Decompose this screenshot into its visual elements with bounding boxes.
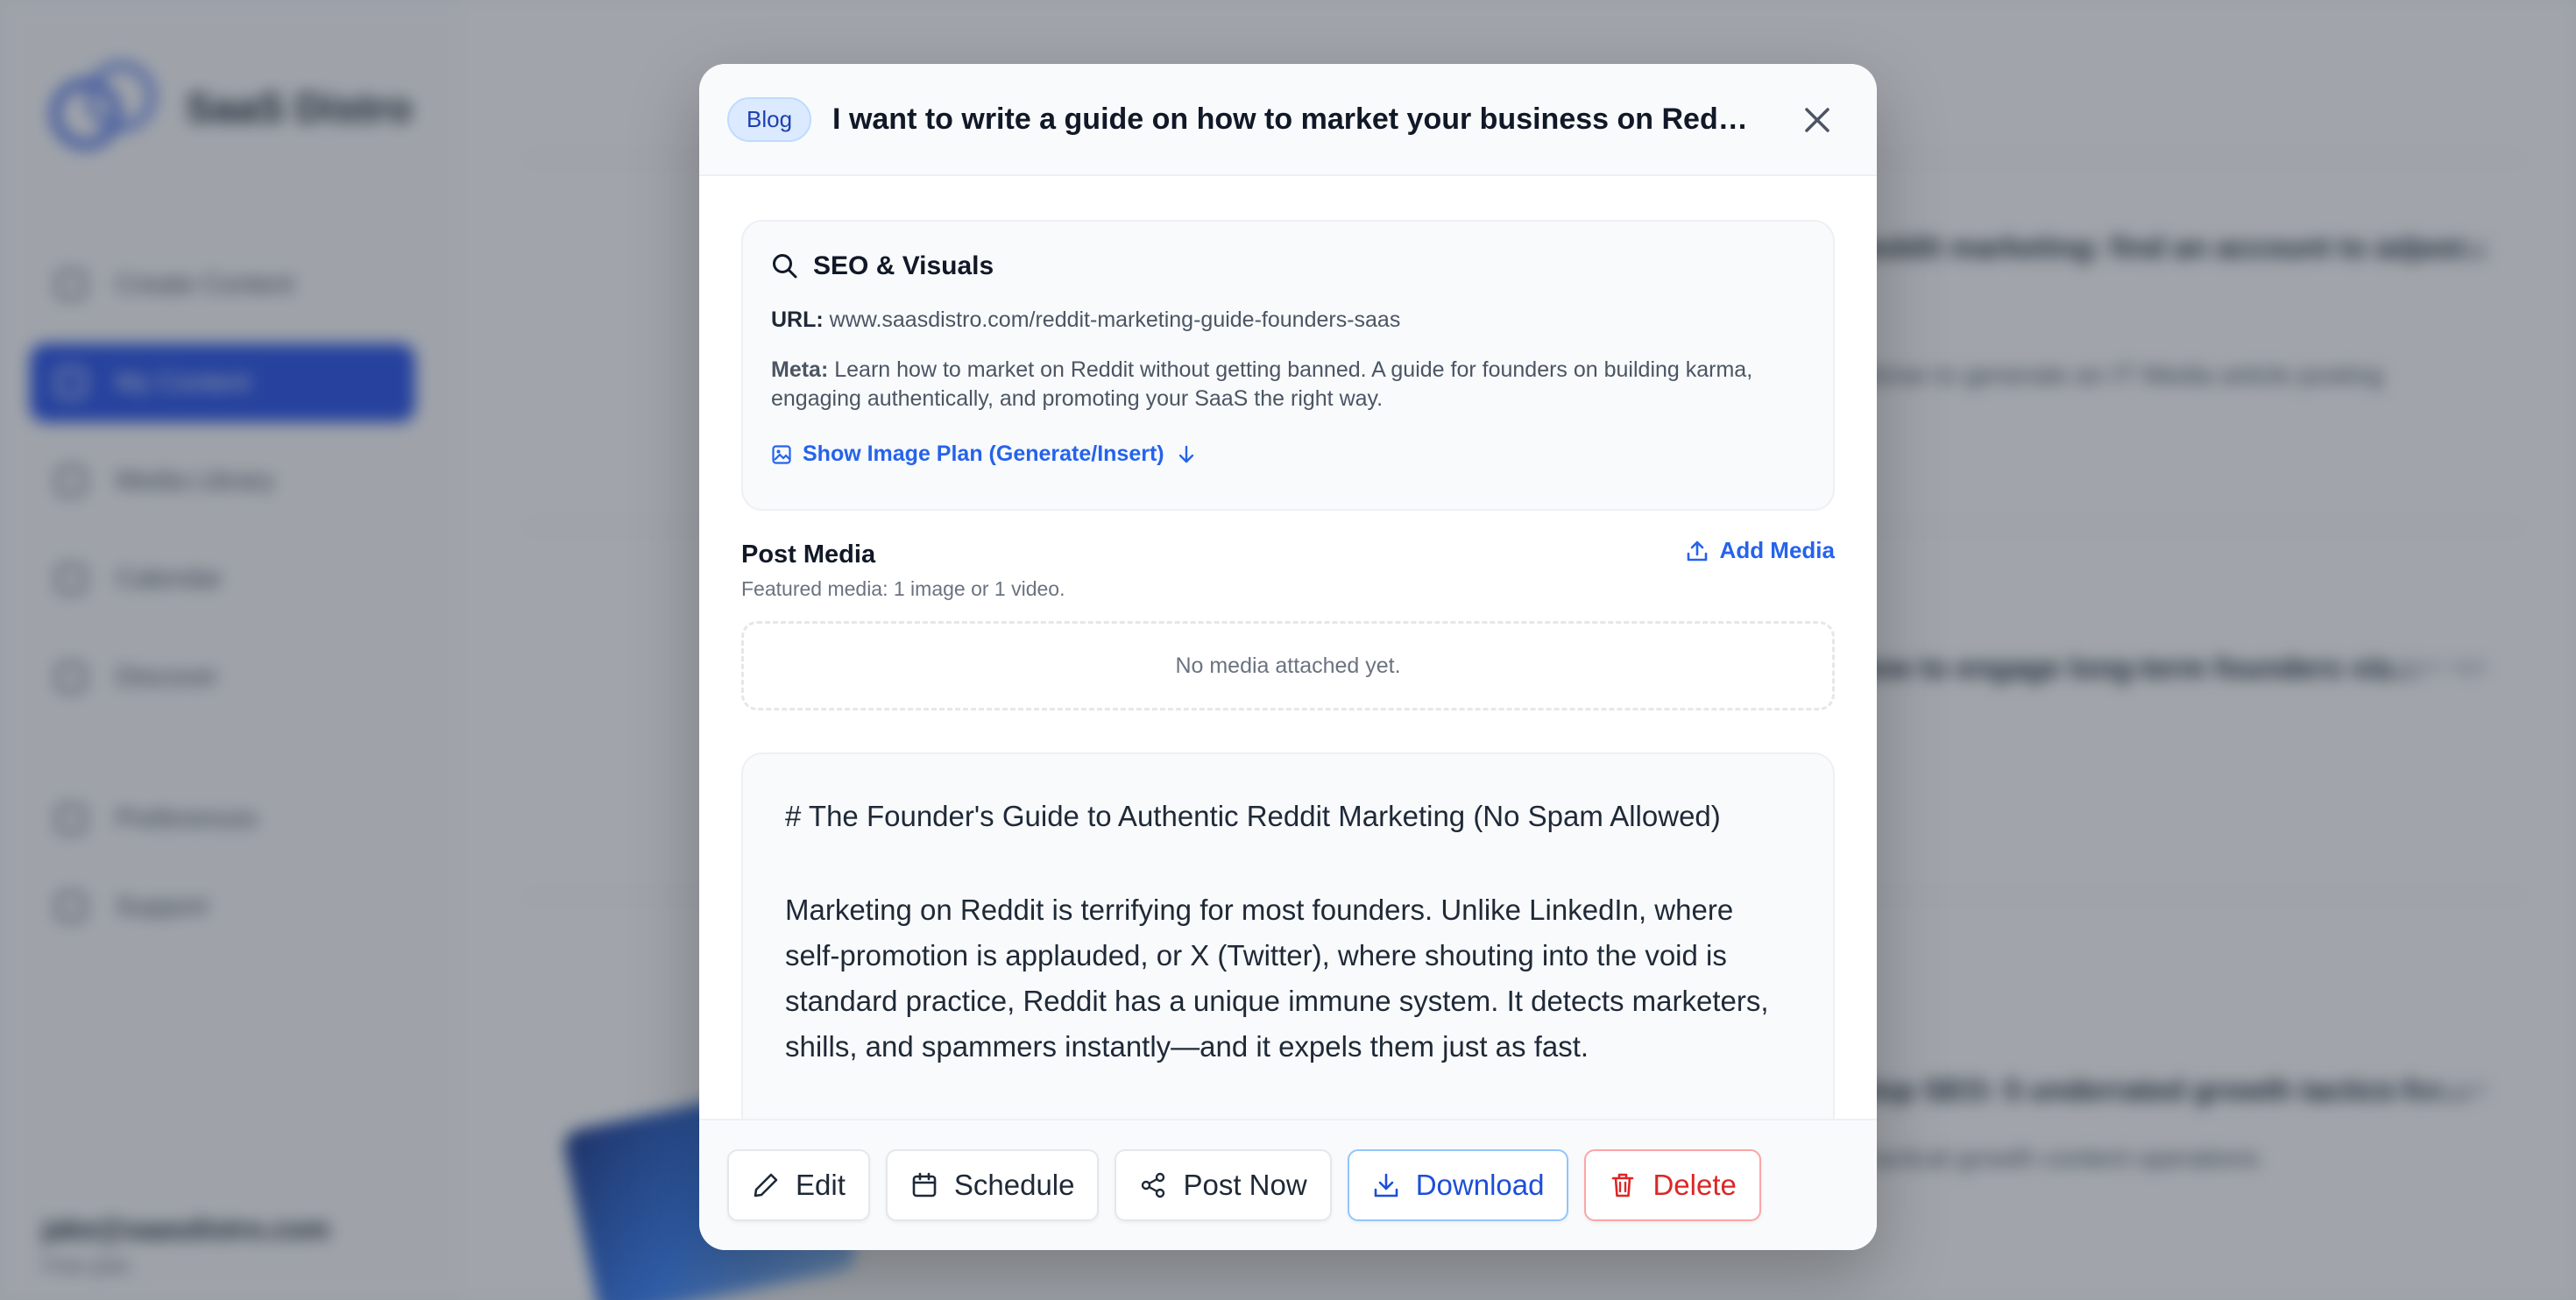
media-dropzone[interactable]: No media attached yet. xyxy=(741,621,1835,710)
seo-url: URL: www.saasdistro.com/reddit-marketing… xyxy=(771,306,1805,335)
trash-icon xyxy=(1612,1173,1634,1198)
content-paragraph: Marketing on Reddit is terrifying for mo… xyxy=(785,894,1769,1063)
download-label: Download xyxy=(1415,1169,1545,1201)
search-icon xyxy=(773,254,797,279)
meta-label: Meta: xyxy=(771,357,829,382)
edit-label: Edit xyxy=(796,1169,846,1201)
schedule-label: Schedule xyxy=(953,1169,1075,1201)
seo-meta: Meta: Learn how to market on Reddit with… xyxy=(771,356,1796,413)
pencil-icon xyxy=(754,1173,778,1198)
calendar-icon xyxy=(912,1172,937,1198)
post-media-title: Post Media xyxy=(741,540,876,569)
image-icon xyxy=(772,444,791,464)
seo-heading-text: SEO & Visuals xyxy=(813,251,994,280)
url-label: URL: xyxy=(771,307,824,332)
type-badge: Blog xyxy=(727,96,812,142)
meta-value: Learn how to market on Reddit without ge… xyxy=(771,357,1753,411)
modal-title: I want to write a guide on how to market… xyxy=(832,102,1762,136)
delete-label: Delete xyxy=(1652,1169,1737,1201)
download-icon xyxy=(1374,1173,1398,1198)
add-media-button[interactable]: Add Media xyxy=(1685,537,1835,564)
share-icon xyxy=(1142,1172,1165,1198)
arrow-down-icon xyxy=(1178,445,1193,463)
content-detail-modal: Blog I want to write a guide on how to m… xyxy=(699,64,1877,1250)
download-button[interactable]: Download xyxy=(1347,1149,1569,1221)
seo-panel: SEO & Visuals URL: www.saasdistro.com/re… xyxy=(741,220,1835,511)
modal-footer: Edit Schedule Post Now Download Delete xyxy=(699,1119,1877,1250)
schedule-button[interactable]: Schedule xyxy=(885,1149,1100,1221)
delete-button[interactable]: Delete xyxy=(1584,1149,1761,1221)
post-now-label: Post Now xyxy=(1183,1169,1307,1201)
empty-media-text: No media attached yet. xyxy=(1175,653,1401,678)
post-media-subtitle: Featured media: 1 image or 1 video. xyxy=(741,577,1065,600)
upload-icon xyxy=(1687,540,1707,561)
modal-header: Blog I want to write a guide on how to m… xyxy=(699,64,1877,176)
add-media-label: Add Media xyxy=(1719,537,1835,563)
content-heading: # The Founder's Guide to Authentic Reddi… xyxy=(785,800,1721,832)
post-now-button[interactable]: Post Now xyxy=(1115,1149,1332,1221)
image-plan-label: Show Image Plan (Generate/Insert) xyxy=(803,442,1164,466)
close-icon[interactable] xyxy=(1800,102,1835,138)
image-plan-toggle[interactable]: Show Image Plan (Generate/Insert) xyxy=(771,442,1805,467)
seo-heading: SEO & Visuals xyxy=(771,251,1805,281)
url-value: www.saasdistro.com/reddit-marketing-guid… xyxy=(829,307,1401,332)
edit-button[interactable]: Edit xyxy=(727,1149,870,1221)
